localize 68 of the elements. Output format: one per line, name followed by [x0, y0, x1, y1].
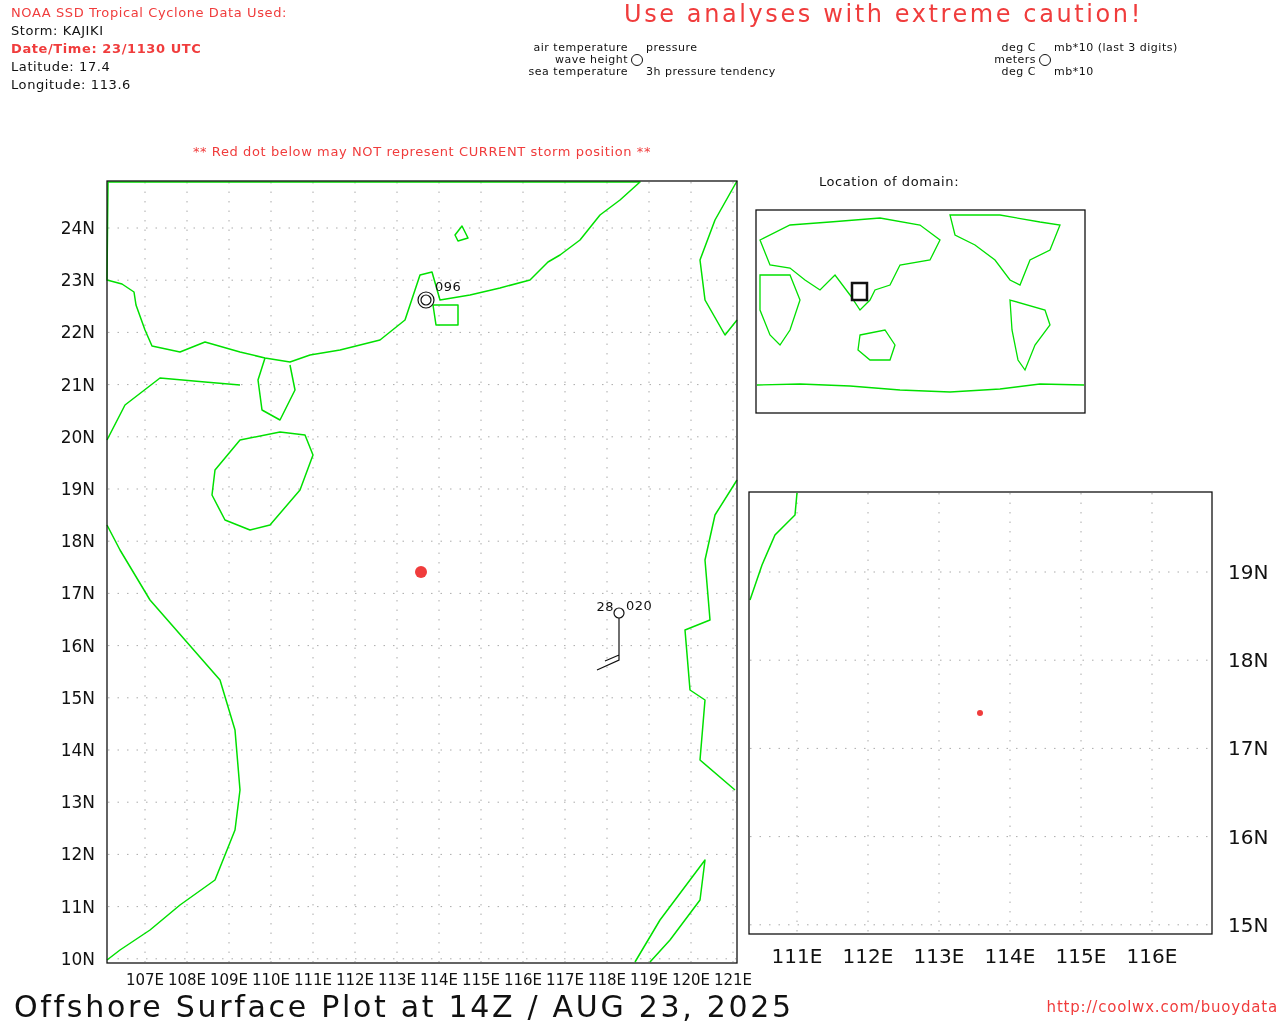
- warning-notice: ** Red dot below may NOT represent CURRENT storm position **: [192, 144, 652, 159]
- legend-label: deg C: [1000, 66, 1036, 78]
- source-title: NOAA SSD Tropical Cyclone Data Used:: [11, 4, 288, 22]
- longitude-label: 120E: [671, 971, 711, 989]
- inset-title: Location of domain:: [818, 174, 960, 189]
- longitude-label: 114E: [419, 971, 459, 989]
- longitude-label: 114E: [984, 944, 1036, 968]
- plot-title: Offshore Surface Plot at 14Z / AUG 23, 2025: [14, 990, 794, 1024]
- longitude-label: 109E: [209, 971, 249, 989]
- source-link[interactable]: http://coolwx.com/buoydata: [1046, 995, 1278, 1019]
- legend-label: pressure: [646, 42, 699, 54]
- latitude-label: 18N: [60, 531, 95, 552]
- latitude-label: 22N: [60, 322, 95, 343]
- longitude-label: 111E: [293, 971, 333, 989]
- air-temperature-value: 28: [596, 599, 614, 614]
- latitude-label: 20N: [60, 426, 95, 447]
- latitude-label: 10N: [60, 948, 95, 969]
- longitude-label: 117E: [545, 971, 585, 989]
- longitude-label: 121E: [713, 971, 753, 989]
- pressure-value: 096: [435, 279, 462, 294]
- caution-heading: Use analyses with extreme caution!: [623, 0, 1144, 28]
- longitude-label: 116E: [503, 971, 543, 989]
- longitude-label: 116E: [1126, 944, 1178, 968]
- longitude-label: 107E: [125, 971, 165, 989]
- latitude-label: 19N: [60, 479, 95, 499]
- station-marker-icon: [417, 291, 435, 309]
- latitude-label: 11N: [60, 896, 95, 917]
- latitude-text: Latitude: 17.4: [11, 58, 112, 76]
- longitude-label: 118E: [587, 971, 627, 989]
- longitude-text: Longitude: 113.6: [11, 76, 132, 94]
- longitude-label: 112E: [842, 944, 894, 968]
- legend-label: sea temperature: [527, 66, 628, 78]
- latitude-label: 13N: [60, 792, 95, 813]
- longitude-label: 115E: [461, 971, 501, 989]
- legend-label: deg C: [1000, 42, 1036, 54]
- latitude-label: 19N: [1228, 560, 1269, 584]
- longitude-label: 108E: [167, 971, 207, 989]
- pressure-value: 020: [626, 598, 653, 613]
- latitude-label: 21N: [60, 374, 95, 395]
- longitude-label: 113E: [377, 971, 417, 989]
- latitude-label: 17N: [60, 583, 95, 604]
- latitude-label: 16N: [60, 635, 95, 656]
- latitude-label: 15N: [60, 687, 95, 708]
- legend-label: wave height: [553, 54, 628, 66]
- longitude-label: 111E: [771, 944, 823, 968]
- latitude-label: 15N: [1228, 912, 1269, 937]
- latitude-label: 14N: [60, 740, 95, 760]
- storm-position-dot: [977, 710, 983, 716]
- legend-label: mb*10 (last 3 digits): [1054, 42, 1179, 54]
- legend-label: 3h pressure tendency: [646, 66, 777, 78]
- latitude-label: 24N: [60, 218, 95, 238]
- longitude-label: 110E: [251, 971, 291, 989]
- legend-label: mb*10: [1054, 66, 1095, 78]
- storm-name: Storm: KAJIKI: [11, 22, 105, 40]
- date-time: Date/Time: 23/1130 UTC: [11, 40, 203, 58]
- latitude-label: 16N: [1228, 824, 1269, 849]
- latitude-label: 12N: [60, 844, 95, 865]
- longitude-label: 113E: [913, 944, 965, 968]
- legend-label: meters: [993, 54, 1036, 66]
- storm-position-dot: [415, 566, 427, 578]
- latitude-label: 17N: [1228, 736, 1269, 761]
- domain-box: [850, 281, 869, 302]
- latitude-label: 23N: [60, 270, 95, 291]
- longitude-label: 119E: [629, 971, 669, 989]
- longitude-label: 112E: [335, 971, 375, 989]
- longitude-label: 115E: [1055, 944, 1107, 968]
- latitude-label: 18N: [1228, 648, 1269, 673]
- legend-label: air temperature: [532, 42, 628, 54]
